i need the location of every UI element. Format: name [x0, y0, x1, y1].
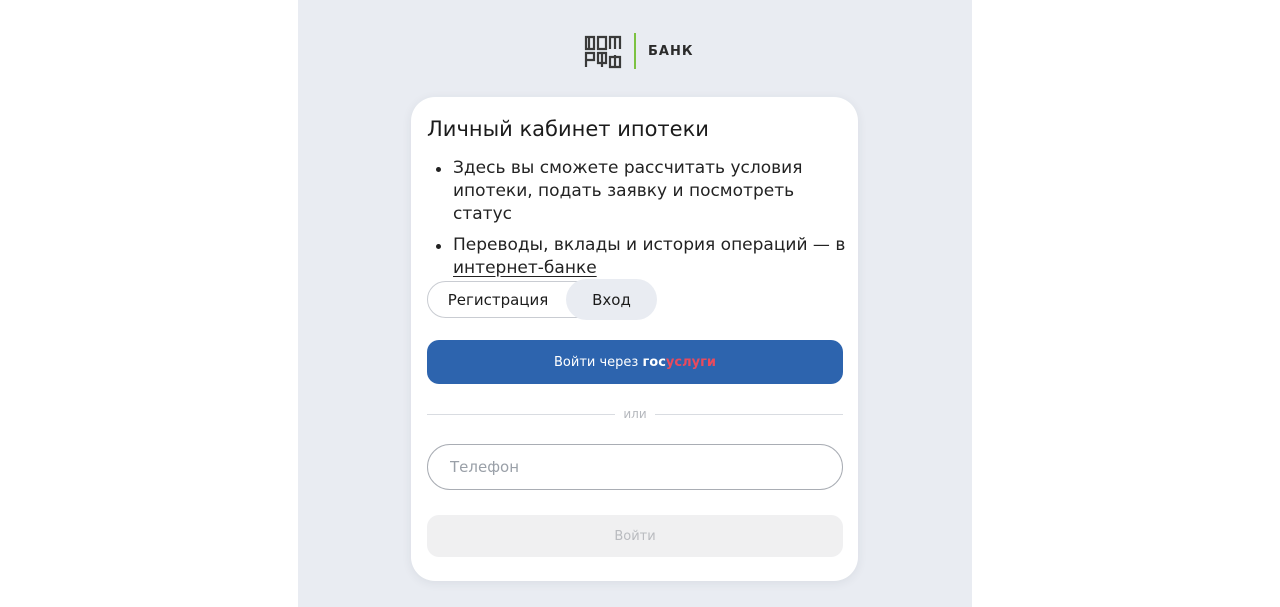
info-item-mortgage: Здесь вы сможете рассчитать условия ипот…: [427, 157, 847, 226]
dom-rf-logo-icon: [584, 35, 622, 69]
divider-line-right: [654, 413, 843, 415]
page-title: Личный кабинет ипотеки: [427, 117, 709, 141]
info-list: Здесь вы сможете рассчитать условия ипот…: [427, 157, 847, 288]
info-item-internet-bank: Переводы, вклады и история операций — в …: [427, 234, 847, 280]
logo-divider: [634, 33, 636, 69]
info-item-text: Переводы, вклады и история операций — в: [453, 235, 846, 255]
gosuslugi-brand-part1: гос: [642, 354, 666, 370]
brand-logo[interactable]: БАНК: [584, 32, 693, 70]
phone-input[interactable]: [427, 444, 843, 490]
gosuslugi-brand-part2: услуги: [665, 354, 716, 370]
brand-name: БАНК: [648, 43, 694, 59]
auth-tabs: Регистрация Вход: [427, 279, 657, 320]
tab-login[interactable]: Вход: [566, 279, 657, 320]
gosuslugi-button-label: Войти через: [554, 354, 639, 370]
login-card: Личный кабинет ипотеки Здесь вы сможете …: [411, 97, 858, 581]
divider-line-left: [427, 413, 616, 415]
info-item-text: Здесь вы сможете рассчитать условия ипот…: [453, 158, 803, 224]
gosuslugi-login-button[interactable]: Войти через гос услуги: [427, 340, 843, 384]
tab-register[interactable]: Регистрация: [428, 282, 568, 317]
or-divider: или: [427, 404, 843, 424]
internet-bank-link[interactable]: интернет-банке: [453, 258, 597, 278]
page-background: БАНК Личный кабинет ипотеки Здесь вы смо…: [298, 0, 972, 607]
divider-text: или: [623, 407, 647, 421]
login-submit-button[interactable]: Войти: [427, 515, 843, 557]
